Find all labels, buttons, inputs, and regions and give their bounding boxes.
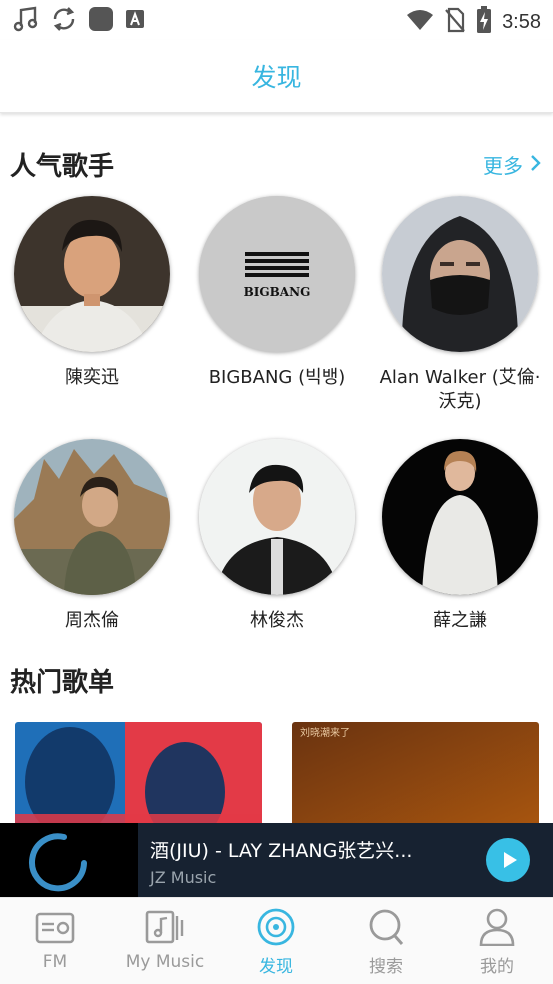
bottom-tab-bar: FM My Music 发现 搜索 我的 bbox=[0, 897, 553, 984]
status-bar-right: 3:58 bbox=[406, 6, 541, 38]
tab-label: 我的 bbox=[480, 957, 514, 977]
playlist-card[interactable]: 刘晓潮来了 bbox=[292, 722, 539, 832]
sync-icon bbox=[50, 5, 78, 37]
playlists-section-title: 热门歌单 bbox=[10, 668, 115, 698]
text-a-icon bbox=[124, 8, 146, 34]
artist-card[interactable]: 周杰倫 bbox=[4, 439, 180, 633]
loading-spinner-icon bbox=[0, 823, 138, 897]
play-icon bbox=[504, 852, 517, 868]
now-playing-title: 酒(JIU) - LAY ZHANG张艺兴... bbox=[150, 840, 413, 862]
tab-label: 搜索 bbox=[369, 957, 403, 977]
playlist-cover: 刘晓潮来了 bbox=[292, 722, 539, 832]
tab-discover[interactable]: 发现 bbox=[221, 898, 331, 984]
search-icon bbox=[369, 909, 404, 945]
user-icon bbox=[479, 908, 515, 946]
status-bar: 3:58 bbox=[0, 0, 553, 40]
artist-avatar bbox=[14, 439, 170, 595]
playlist-card[interactable] bbox=[15, 722, 262, 832]
tab-label: FM bbox=[42, 952, 68, 972]
radio-icon bbox=[35, 912, 75, 944]
player-artwork bbox=[0, 823, 138, 897]
battery-charging-icon bbox=[476, 6, 492, 38]
bigbang-logo-text: BIGBANG bbox=[244, 285, 311, 299]
artist-avatar bbox=[382, 196, 538, 352]
artist-name: 薛之謙 bbox=[433, 610, 487, 631]
playlist-cover bbox=[15, 722, 262, 832]
mini-player[interactable]: 酒(JIU) - LAY ZHANG张艺兴... JZ Music bbox=[0, 823, 553, 897]
more-artists-link[interactable]: 更多 bbox=[483, 150, 541, 179]
now-playing-artist: JZ Music bbox=[150, 868, 217, 887]
artist-card[interactable]: Alan Walker (艾倫·沃克) bbox=[372, 196, 548, 414]
no-sim-icon bbox=[444, 7, 466, 37]
playlist-cover-text: 刘晓潮来了 bbox=[300, 726, 350, 739]
artist-name: 周杰倫 bbox=[65, 610, 119, 631]
app-square-icon bbox=[88, 6, 114, 36]
music-note-icon bbox=[12, 5, 40, 37]
wifi-icon bbox=[406, 8, 434, 36]
music-library-icon bbox=[145, 910, 184, 944]
artist-avatar: BIGBANG bbox=[199, 196, 355, 352]
chevron-right-icon bbox=[529, 153, 541, 177]
status-time: 3:58 bbox=[502, 10, 541, 33]
artist-card[interactable]: 林俊杰 bbox=[189, 439, 365, 633]
tab-label: My Music bbox=[125, 952, 205, 972]
status-bar-left bbox=[12, 5, 146, 37]
tab-me[interactable]: 我的 bbox=[442, 898, 552, 984]
tab-my-music[interactable]: My Music bbox=[110, 898, 220, 984]
artists-section-title: 人气歌手 bbox=[10, 152, 115, 182]
page-title: 发现 bbox=[251, 63, 302, 92]
artist-card[interactable]: 陳奕迅 bbox=[4, 196, 180, 390]
artist-name: Alan Walker (艾倫·沃克) bbox=[379, 367, 541, 412]
artist-avatar bbox=[382, 439, 538, 595]
play-button[interactable] bbox=[486, 838, 530, 882]
artist-card[interactable]: BIGBANG BIGBANG (빅뱅) bbox=[189, 196, 365, 390]
artist-card[interactable]: 薛之謙 bbox=[372, 439, 548, 633]
tab-fm[interactable]: FM bbox=[0, 898, 110, 984]
app-header: 发现 bbox=[0, 40, 553, 113]
artist-name: 陳奕迅 bbox=[65, 367, 119, 388]
tab-search[interactable]: 搜索 bbox=[331, 898, 441, 984]
artist-avatar bbox=[14, 196, 170, 352]
artist-name: BIGBANG (빅뱅) bbox=[208, 367, 346, 388]
artist-name: 林俊杰 bbox=[250, 610, 304, 631]
tab-label: 发现 bbox=[259, 957, 293, 977]
disc-icon bbox=[257, 908, 295, 946]
artist-avatar bbox=[199, 439, 355, 595]
more-label: 更多 bbox=[483, 154, 523, 178]
